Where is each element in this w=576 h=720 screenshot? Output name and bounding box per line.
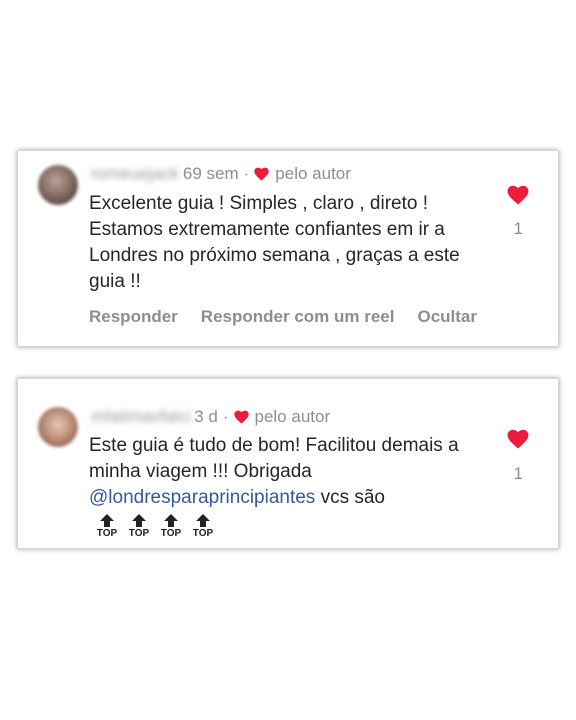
comment-card: romeuejack 69 sem · pelo autor Excelente… [17, 150, 559, 347]
author-like-label: pelo autor [275, 164, 351, 183]
reply-button[interactable]: Responder [89, 307, 178, 327]
top-badge-label: TOP [160, 528, 182, 539]
comment-actions: Responder Responder com um reel Ocultar [89, 307, 500, 327]
avatar[interactable] [38, 407, 78, 447]
author-like-label: pelo autor [254, 407, 331, 426]
comment-time: 69 sem [182, 164, 239, 183]
top-badge: TOP [189, 514, 217, 539]
up-arrow-icon [100, 514, 114, 527]
separator: · [222, 407, 229, 426]
comment-card: mfatimavfalci 3 d · pelo autor Este guia… [17, 378, 559, 549]
hide-button[interactable]: Ocultar [417, 307, 477, 327]
top-badge-label: TOP [96, 528, 118, 539]
up-arrow-icon [196, 514, 210, 527]
top-badge-label: TOP [128, 528, 150, 539]
top-badge: TOP [93, 514, 121, 539]
comment-time: 3 d [194, 407, 218, 426]
top-badge: TOP [125, 514, 153, 539]
comment-text: Excelente guia ! Simples , claro , diret… [89, 193, 460, 292]
username[interactable]: romeuejack [91, 164, 179, 184]
up-arrow-icon [164, 514, 178, 527]
top-badges: TOP TOP TOP TOP [93, 514, 221, 539]
reply-with-reel-button[interactable]: Responder com um reel [201, 307, 395, 327]
comment-text-part: vcs são [315, 487, 386, 508]
comment-meta: romeuejack 69 sem · pelo autor [91, 163, 351, 185]
username[interactable]: mfatimavfalci [91, 407, 190, 427]
top-badge: TOP [157, 514, 185, 539]
heart-icon [254, 167, 269, 181]
heart-icon [233, 410, 249, 424]
like-count: 1 [513, 219, 523, 238]
comment-text-part: Este guia é tudo de bom! Facilitou demai… [89, 435, 459, 482]
comment-meta: mfatimavfalci 3 d · pelo autor [91, 406, 330, 428]
up-arrow-icon [132, 514, 146, 527]
heart-icon[interactable] [507, 429, 529, 449]
mention-link[interactable]: @londresparaprincipiantes [89, 487, 315, 508]
separator: · [243, 164, 250, 183]
avatar[interactable] [38, 165, 78, 205]
comment-text: Este guia é tudo de bom! Facilitou demai… [89, 433, 499, 511]
top-badge-label: TOP [192, 528, 214, 539]
like-count: 1 [513, 464, 523, 483]
heart-icon[interactable] [507, 185, 529, 205]
